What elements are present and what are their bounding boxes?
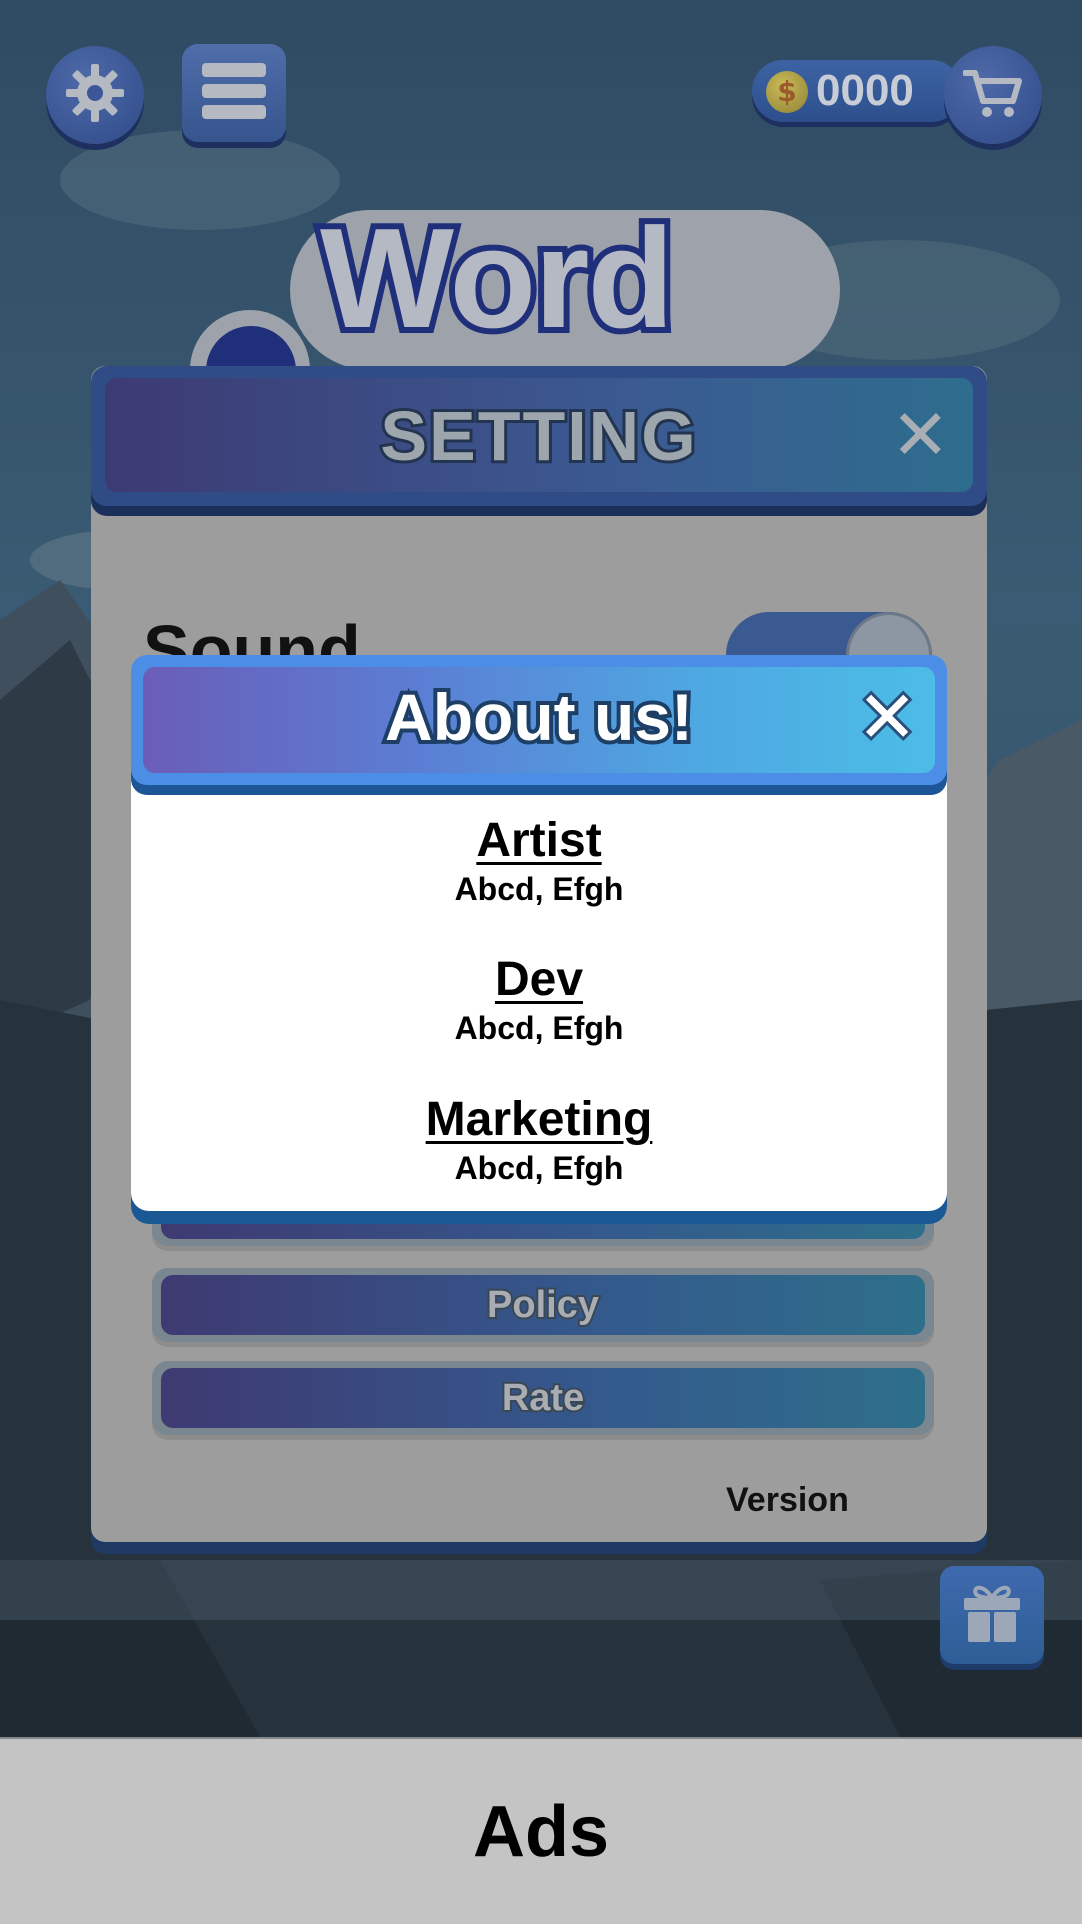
settings-button[interactable] <box>46 46 144 144</box>
ads-label: Ads <box>472 1791 610 1872</box>
credit-role: Dev <box>494 953 584 1006</box>
gift-icon <box>962 1582 1022 1648</box>
setting-title: SETTING <box>377 394 698 478</box>
about-us-header: About us! ✕ <box>131 655 947 785</box>
menu-icon <box>202 61 266 125</box>
coin-counter: $ 0000 <box>752 60 962 122</box>
credit-names: Abcd, Efgh <box>454 1010 624 1046</box>
about-us-body: Artist Abcd, Efgh Dev Abcd, Efgh Marketi… <box>131 735 947 1211</box>
credit-role: Artist <box>476 814 602 867</box>
credit-names: Abcd, Efgh <box>454 1150 624 1186</box>
shop-cart-button[interactable] <box>944 46 1042 144</box>
rate-button[interactable]: Rate <box>152 1361 934 1435</box>
gift-button[interactable] <box>940 1566 1044 1664</box>
credit-marketing: Marketing Abcd, Efgh <box>131 1092 947 1188</box>
about-us-title: About us! <box>381 676 697 758</box>
game-logo: Word <box>314 199 680 358</box>
gear-icon <box>64 62 126 128</box>
policy-button[interactable]: Policy <box>152 1268 934 1342</box>
about-us-dialog: Artist Abcd, Efgh Dev Abcd, Efgh Marketi… <box>131 655 947 1224</box>
credit-names: Abcd, Efgh <box>454 871 624 907</box>
ads-banner[interactable]: Ads <box>0 1737 1082 1924</box>
setting-close-button[interactable]: ✕ <box>891 400 950 470</box>
rate-button-label: Rate <box>500 1375 586 1421</box>
about-close-button[interactable]: ✕ <box>854 674 920 760</box>
credit-role: Marketing <box>425 1093 653 1146</box>
credit-dev: Dev Abcd, Efgh <box>131 952 947 1048</box>
menu-button[interactable] <box>182 44 286 142</box>
coin-icon: $ <box>766 71 808 113</box>
cart-icon <box>962 67 1023 123</box>
coin-count: 0000 <box>816 66 914 115</box>
setting-header: SETTING ✕ <box>91 366 987 506</box>
version-label: Version <box>726 1481 849 1519</box>
policy-button-label: Policy <box>485 1282 601 1328</box>
credit-artist: Artist Abcd, Efgh <box>131 813 947 909</box>
